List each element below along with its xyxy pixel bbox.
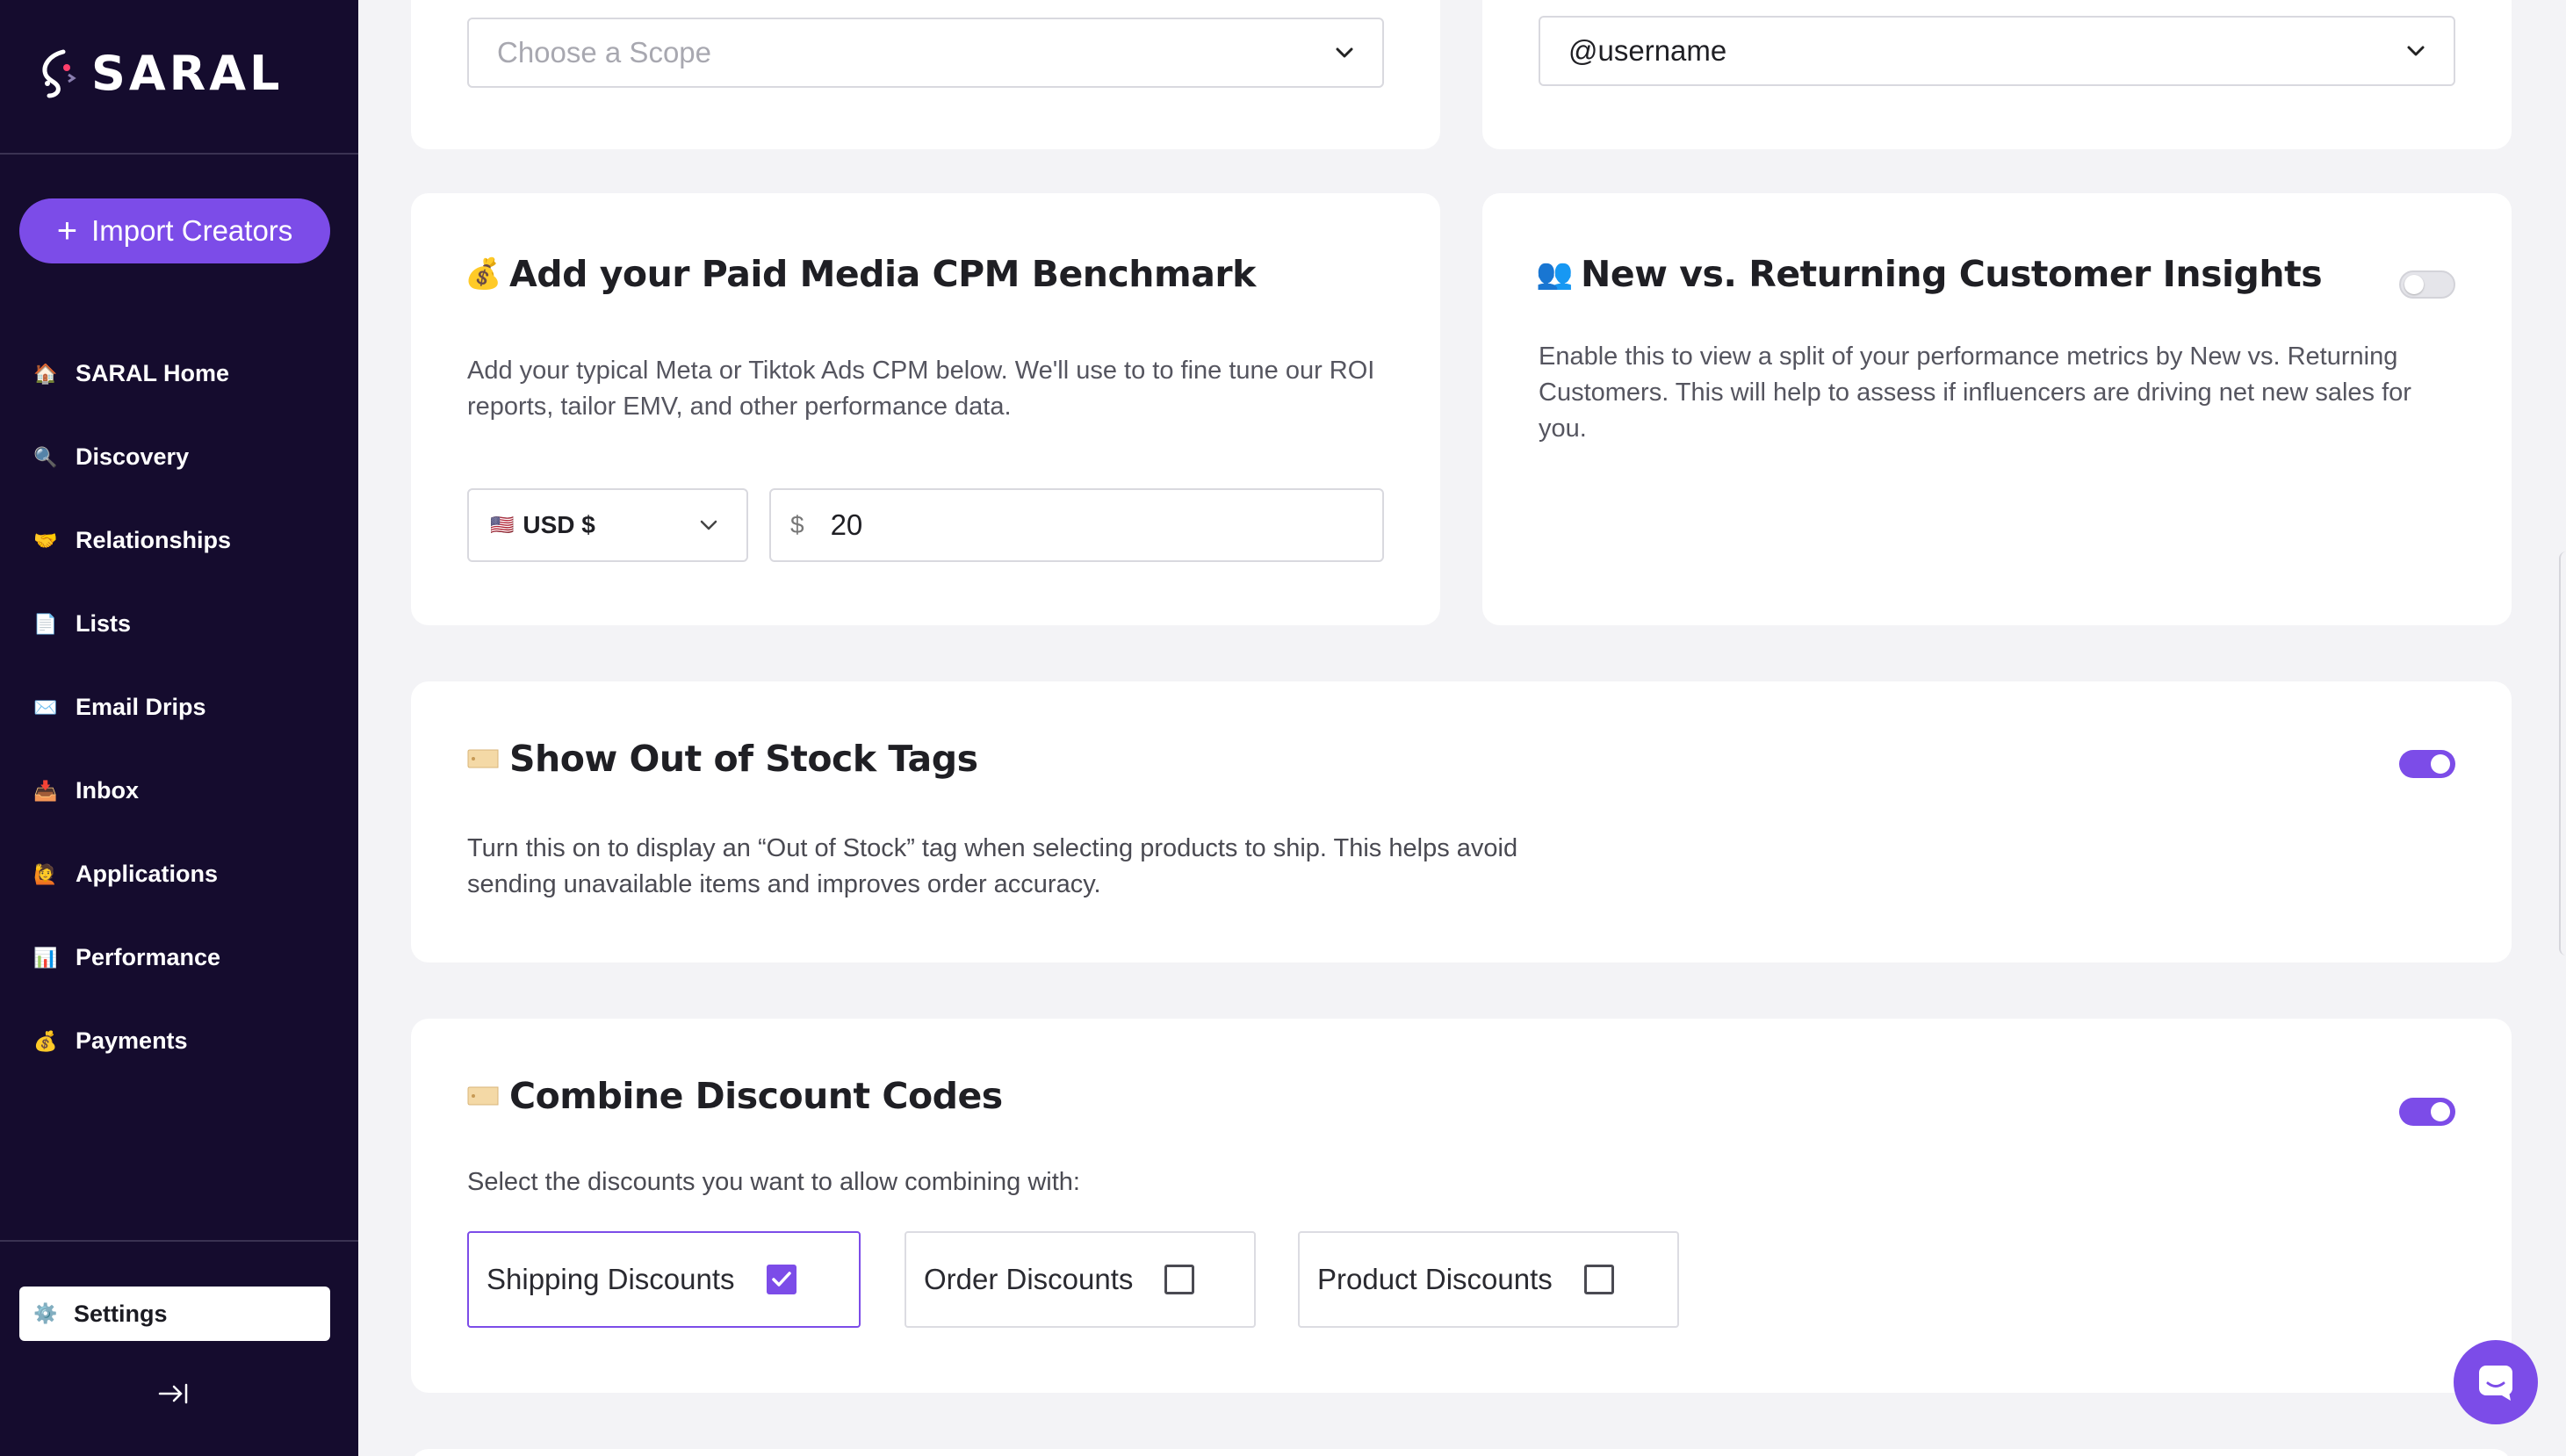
sidebar-item-discovery[interactable]: 🔍 Discovery: [0, 415, 358, 499]
chevron-down-icon: [1336, 47, 1353, 58]
sidebar-item-label: Lists: [76, 610, 132, 637]
sidebar-item-label: Performance: [76, 944, 221, 970]
cpm-benchmark-title: 💰 Add your Paid Media CPM Benchmark: [465, 253, 1256, 295]
out-of-stock-title-text: Show Out of Stock Tags: [509, 738, 978, 780]
out-of-stock-card: Show Out of Stock Tags Turn this on to d…: [411, 681, 2512, 962]
handshake-icon: 🤝: [33, 529, 58, 551]
new-returning-title-text: New vs. Returning Customer Insights: [1581, 253, 2323, 295]
new-returning-toggle[interactable]: [2399, 270, 2455, 299]
money-bag-icon: 💰: [465, 256, 501, 292]
sidebar-item-label: SARAL Home: [76, 360, 230, 386]
sidebar-item-payments[interactable]: 💰 Payments: [0, 999, 358, 1083]
out-of-stock-title: Show Out of Stock Tags: [465, 738, 978, 780]
option-label: Shipping Discounts: [487, 1263, 735, 1295]
collapse-sidebar-button[interactable]: [155, 1380, 193, 1407]
logo-wordmark: SARAL: [91, 46, 284, 101]
import-creators-button[interactable]: + Import Creators: [19, 198, 330, 263]
label-tag-icon: [465, 1085, 501, 1106]
sidebar-item-saral-home[interactable]: 🏠 SARAL Home: [0, 332, 358, 415]
cpm-amount-value: 20: [830, 508, 863, 541]
scrollbar[interactable]: [2559, 551, 2566, 955]
new-returning-title: 👥 New vs. Returning Customer Insights: [1536, 253, 2323, 295]
chevron-down-icon: [700, 520, 717, 530]
sidebar-item-label: Discovery: [76, 443, 190, 470]
username-card: @username: [1482, 0, 2512, 149]
combine-discounts-card: Combine Discount Codes Select the discou…: [411, 1019, 2512, 1393]
money-bag-icon: 💰: [33, 1029, 58, 1052]
chat-bubble-icon: [2479, 1366, 2512, 1401]
username-select[interactable]: @username: [1539, 16, 2455, 86]
currency-label: USD $: [523, 511, 595, 538]
currency-select[interactable]: 🇺🇸 USD $: [467, 488, 748, 562]
option-label: Product Discounts: [1317, 1263, 1553, 1295]
sidebar-item-relationships[interactable]: 🤝 Relationships: [0, 499, 358, 582]
cpm-benchmark-card: 💰 Add your Paid Media CPM Benchmark Add …: [411, 193, 1440, 625]
sidebar-item-applications[interactable]: 🙋 Applications: [0, 833, 358, 916]
toggle-knob: [2404, 275, 2424, 294]
sidebar-item-label: Inbox: [76, 777, 139, 804]
inbox-tray-icon: 📥: [33, 779, 58, 802]
product-discounts-option[interactable]: Product Discounts: [1298, 1231, 1679, 1328]
sidebar-item-label: Payments: [76, 1027, 188, 1054]
checkbox-checked[interactable]: [766, 1265, 796, 1294]
shipping-discounts-option[interactable]: Shipping Discounts: [467, 1231, 861, 1328]
magnifier-icon: 🔍: [33, 445, 58, 468]
house-icon: 🏠: [33, 362, 58, 385]
sidebar-item-performance[interactable]: 📊 Performance: [0, 916, 358, 999]
sidebar-divider: [0, 153, 358, 155]
saral-logo-icon: [42, 49, 76, 97]
sidebar-item-label: Applications: [76, 861, 219, 887]
next-card-edge: [411, 1449, 2512, 1456]
currency-prefix: $: [790, 511, 804, 538]
out-of-stock-description: Turn this on to display an “Out of Stock…: [467, 834, 1518, 898]
sidebar-divider: [0, 1240, 358, 1242]
sidebar-nav: 🏠 SARAL Home 🔍 Discovery 🤝 Relationships…: [0, 332, 358, 1083]
sidebar-item-label: Email Drips: [76, 694, 206, 720]
cpm-amount-input[interactable]: $ 20: [769, 488, 1384, 562]
cpm-benchmark-title-text: Add your Paid Media CPM Benchmark: [509, 253, 1256, 295]
checkbox-unchecked[interactable]: [1583, 1265, 1614, 1294]
scope-card: Choose a Scope: [411, 0, 1440, 149]
out-of-stock-toggle[interactable]: [2399, 750, 2455, 778]
sidebar-item-inbox[interactable]: 📥 Inbox: [0, 749, 358, 833]
bar-chart-icon: 📊: [33, 946, 58, 969]
sidebar-item-label: Relationships: [76, 527, 232, 553]
chat-widget-button[interactable]: [2454, 1340, 2538, 1424]
combine-discounts-toggle[interactable]: [2399, 1098, 2455, 1126]
sidebar-item-email-drips[interactable]: ✉️ Email Drips: [0, 666, 358, 749]
scope-select[interactable]: Choose a Scope: [467, 18, 1384, 88]
people-icon: 👥: [1536, 256, 1573, 292]
combine-discounts-title-text: Combine Discount Codes: [509, 1075, 1003, 1117]
envelope-icon: ✉️: [33, 696, 58, 718]
person-icon: 🙋: [33, 862, 58, 885]
us-flag-icon: 🇺🇸: [490, 514, 515, 536]
new-returning-description: Enable this to view a split of your perf…: [1539, 342, 2411, 443]
plus-icon: +: [56, 212, 78, 250]
currency-value: 🇺🇸 USD $: [490, 511, 595, 539]
new-returning-card: 👥 New vs. Returning Customer Insights En…: [1482, 193, 2512, 625]
checkmark-icon: [771, 1272, 791, 1287]
import-creators-label: Import Creators: [91, 214, 293, 247]
gear-icon: ⚙️: [33, 1302, 58, 1324]
saral-logo[interactable]: SARAL: [37, 46, 283, 101]
toggle-knob: [2431, 1102, 2450, 1121]
sidebar-item-label: Settings: [74, 1300, 168, 1327]
sidebar-item-lists[interactable]: 📄 Lists: [0, 582, 358, 666]
label-tag-icon: [465, 748, 501, 769]
document-icon: 📄: [33, 612, 58, 635]
scope-select-placeholder: Choose a Scope: [497, 36, 712, 68]
chevron-down-icon: [2407, 46, 2425, 56]
collapse-arrow-icon: [158, 1383, 188, 1404]
order-discounts-option[interactable]: Order Discounts: [905, 1231, 1256, 1328]
combine-discounts-description: Select the discounts you want to allow c…: [467, 1168, 1080, 1196]
option-label: Order Discounts: [924, 1263, 1134, 1295]
sidebar-item-settings[interactable]: ⚙️ Settings: [19, 1287, 330, 1341]
sidebar: SARAL + Import Creators 🏠 SARAL Home 🔍 D…: [0, 0, 358, 1456]
toggle-knob: [2431, 754, 2450, 774]
username-select-value: @username: [1568, 34, 1727, 67]
checkbox-unchecked[interactable]: [1164, 1265, 1195, 1294]
combine-discounts-title: Combine Discount Codes: [465, 1075, 1003, 1117]
cpm-benchmark-description: Add your typical Meta or Tiktok Ads CPM …: [467, 357, 1375, 421]
